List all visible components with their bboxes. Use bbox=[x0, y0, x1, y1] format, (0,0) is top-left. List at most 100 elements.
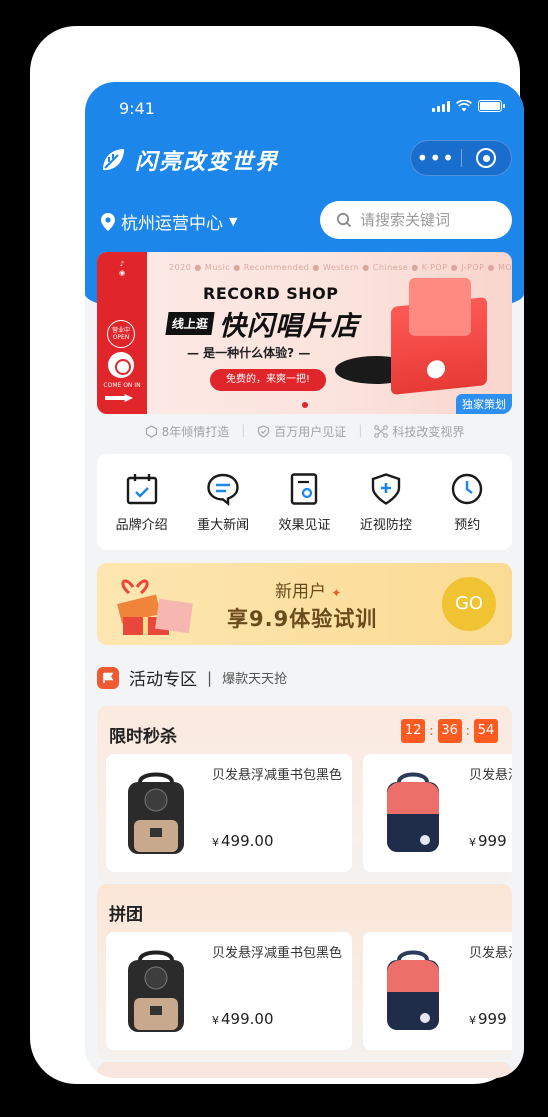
product-card[interactable]: 贝发悬浮减重书包黑色 ¥499.00 bbox=[106, 754, 352, 872]
search-icon bbox=[336, 212, 352, 228]
product-price: ¥499.00 bbox=[212, 1010, 274, 1028]
close-miniprogram-button[interactable] bbox=[461, 148, 511, 168]
trust-row: 8年倾情打造 | 百万用户见证 | 科技改变视界 bbox=[85, 423, 524, 440]
group-buy-title: 拼团 bbox=[109, 905, 143, 925]
sparkle-icon: ✦ bbox=[331, 586, 342, 600]
nav-label: 品牌介绍 bbox=[115, 517, 168, 533]
status-time: 9:41 bbox=[119, 99, 155, 118]
shield-plus-icon bbox=[371, 472, 401, 505]
product-name: 贝发悬浮减重书包粉色 bbox=[469, 946, 512, 961]
black-backpack-image bbox=[128, 950, 184, 1032]
location-pin-icon bbox=[101, 212, 115, 231]
black-backpack-image bbox=[128, 772, 184, 854]
battery-icon bbox=[478, 100, 505, 112]
network-icon bbox=[374, 425, 389, 438]
pink-backpack-image bbox=[387, 950, 439, 1030]
price-value: 999 bbox=[478, 832, 507, 850]
product-price: ¥999 bbox=[469, 1010, 507, 1028]
banner-headline-row: 线上逛 快闪唱片店 bbox=[165, 304, 359, 343]
timer-minutes: 36 bbox=[437, 719, 462, 743]
currency-symbol: ¥ bbox=[212, 836, 219, 849]
nav-label: 重大新闻 bbox=[197, 517, 250, 533]
trust-label: 科技改变视界 bbox=[392, 425, 465, 439]
more-menu-button[interactable]: ••• bbox=[411, 140, 461, 176]
product-name: 贝发悬浮减重书包黑色 bbox=[212, 946, 343, 961]
trust-item: 科技改变视界 bbox=[374, 423, 464, 440]
document-icon bbox=[291, 472, 318, 505]
product-name: 贝发悬浮减重书包粉色 bbox=[469, 768, 512, 783]
promo-go-button[interactable]: GO bbox=[442, 577, 496, 631]
arrow-right-icon bbox=[105, 394, 133, 402]
calendar-icon bbox=[126, 473, 157, 504]
flag-icon bbox=[97, 666, 119, 689]
flash-sale-title: 限时秒杀 bbox=[109, 727, 177, 747]
trust-label: 8年倾情打造 bbox=[161, 425, 230, 439]
netease-music-logo: ♪ ◉ bbox=[118, 260, 126, 278]
price-value: 499.00 bbox=[221, 832, 274, 850]
phone-frame: 9:41 闪亮改变世界 ••• 杭州运营中心 ▼ 请搜索关键词 ♪ ◉ 营业中 … bbox=[30, 26, 524, 1084]
trust-divider: | bbox=[358, 423, 363, 437]
nav-myopia[interactable]: 近视防控 bbox=[346, 472, 426, 533]
brand: 闪亮改变世界 bbox=[99, 144, 279, 176]
gift-box-icon bbox=[117, 579, 193, 635]
target-icon bbox=[476, 148, 497, 168]
trust-label: 百万用户见证 bbox=[274, 425, 347, 439]
app-screen: 9:41 闪亮改变世界 ••• 杭州运营中心 ▼ 请搜索关键词 ♪ ◉ 营业中 … bbox=[85, 82, 524, 1078]
timer-colon: : bbox=[465, 723, 470, 739]
banner-come-on-in: COME ON IN bbox=[103, 382, 141, 389]
carousel-indicator bbox=[302, 402, 308, 408]
group-buy-block: 拼团 贝发悬浮减重书包黑色 ¥499.00 贝发悬 ¥ 999 bbox=[97, 884, 512, 1060]
banner-side-strip: ♪ ◉ 营业中 OPEN COME ON IN bbox=[97, 252, 147, 414]
nav-results[interactable]: 效果见证 bbox=[264, 472, 344, 533]
promo-new-user: 新用户 bbox=[275, 582, 326, 602]
banner-genre-tags: 2020 ● Music ● Recommended ● Western ● C… bbox=[169, 263, 512, 272]
mini-program-capsule: ••• bbox=[410, 140, 512, 176]
chat-icon bbox=[207, 473, 239, 506]
record-crate-image bbox=[391, 296, 487, 396]
location-label: 杭州运营中心 bbox=[121, 214, 223, 234]
timer-seconds: 54 bbox=[474, 719, 498, 743]
activity-divider: | bbox=[207, 668, 213, 687]
product-card[interactable]: 贝发悬浮减重书包黑色 ¥499.00 bbox=[106, 932, 352, 1050]
search-box[interactable] bbox=[320, 201, 512, 239]
timer-colon: : bbox=[429, 723, 434, 739]
product-price: ¥499.00 bbox=[212, 832, 274, 850]
nav-label: 预约 bbox=[454, 517, 481, 533]
price-value: 499.00 bbox=[221, 1010, 274, 1028]
location-selector[interactable]: 杭州运营中心 ▼ bbox=[101, 209, 237, 234]
currency-symbol: ¥ bbox=[469, 1014, 476, 1027]
promo-line2: 享9.9体验试训 bbox=[227, 607, 378, 631]
trust-item: 8年倾情打造 bbox=[145, 423, 230, 440]
trust-item: 百万用户见证 bbox=[257, 423, 346, 440]
nav-label: 近视防控 bbox=[359, 517, 412, 533]
promo-line1: 新用户 ✦ bbox=[275, 577, 341, 602]
currency-symbol: ¥ bbox=[469, 836, 476, 849]
nav-booking[interactable]: 预约 bbox=[427, 472, 507, 533]
search-input[interactable] bbox=[360, 211, 500, 229]
flash-sale-block: 限时秒杀 12 : 36 : 54 贝发悬浮减重书包黑色 ¥499.00 贝发悬… bbox=[97, 706, 512, 882]
banner-cta-button[interactable]: 免费的，来爽一把! bbox=[210, 369, 326, 391]
promo-banner[interactable]: ♪ ◉ 营业中 OPEN COME ON IN 2020 ● Music ● Re… bbox=[97, 252, 512, 414]
price-value: 999 bbox=[478, 1010, 507, 1028]
signal-icon bbox=[432, 100, 450, 112]
exclusive-badge: 独家策划 bbox=[456, 394, 512, 414]
quick-nav: 品牌介绍 重大新闻 效果见证 近视防控 预约 bbox=[97, 454, 512, 550]
activity-subtitle: 爆款天天抢 bbox=[222, 672, 288, 687]
activity-title: 活动专区 bbox=[129, 670, 197, 690]
leaf-logo-icon bbox=[103, 149, 124, 171]
banner-tag: 线上逛 bbox=[165, 312, 215, 335]
nav-brand-intro[interactable]: 品牌介绍 bbox=[102, 472, 182, 533]
product-name: 贝发悬浮减重书包黑色 bbox=[212, 768, 343, 783]
product-card[interactable]: 贝发悬浮减重书包粉色 ¥999 bbox=[363, 754, 512, 872]
nav-label: 效果见证 bbox=[278, 517, 331, 533]
timer-hours: 12 bbox=[401, 719, 426, 743]
new-user-promo[interactable]: 新用户 ✦ 享9.9体验试训 GO bbox=[97, 563, 512, 645]
nav-major-news[interactable]: 重大新闻 bbox=[183, 472, 263, 533]
music-logo-icon bbox=[108, 352, 134, 378]
product-price: ¥999 bbox=[469, 832, 507, 850]
product-card[interactable]: 贝发悬浮减重书包粉色 ¥999 bbox=[363, 932, 512, 1050]
status-bar: 9:41 bbox=[85, 82, 524, 132]
hexagon-icon bbox=[145, 425, 157, 438]
shield-icon bbox=[258, 425, 270, 438]
banner-subtitle: — 是一种什么体验? — bbox=[187, 346, 311, 360]
